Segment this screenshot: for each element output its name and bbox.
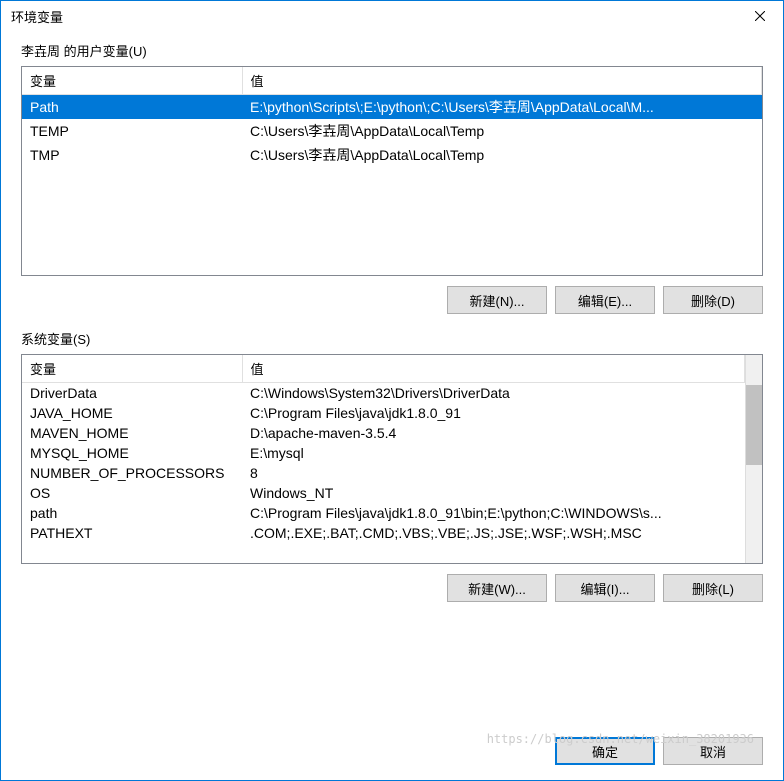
table-row[interactable]: MAVEN_HOMED:\apache-maven-3.5.4 [22, 423, 745, 443]
close-button[interactable] [737, 1, 783, 31]
user-vars-table[interactable]: 变量 值 PathE:\python\Scripts\;E:\python\;C… [22, 67, 762, 167]
table-row[interactable]: DriverDataC:\Windows\System32\Drivers\Dr… [22, 383, 745, 404]
system-vars-label: 系统变量(S) [21, 329, 763, 348]
cell-value: 8 [242, 463, 745, 483]
user-vars-buttons: 新建(N)... 编辑(E)... 删除(D) [21, 286, 763, 314]
close-icon [755, 11, 765, 21]
cell-value: C:\Users\李壵周\AppData\Local\Temp [242, 119, 762, 143]
table-row[interactable]: NUMBER_OF_PROCESSORS8 [22, 463, 745, 483]
cancel-button[interactable]: 取消 [663, 737, 763, 765]
dialog-content: 李壵周 的用户变量(U) 变量 值 PathE:\python\Scripts\… [1, 31, 783, 727]
table-row[interactable]: MYSQL_HOMEE:\mysql [22, 443, 745, 463]
col-header-name[interactable]: 变量 [22, 67, 242, 95]
system-vars-table-wrap: 变量 值 DriverDataC:\Windows\System32\Drive… [21, 354, 763, 564]
table-row[interactable]: PathE:\python\Scripts\;E:\python\;C:\Use… [22, 95, 762, 120]
user-delete-button[interactable]: 删除(D) [663, 286, 763, 314]
cell-name: NUMBER_OF_PROCESSORS [22, 463, 242, 483]
col-header-value[interactable]: 值 [242, 67, 762, 95]
col-header-value[interactable]: 值 [242, 355, 745, 383]
cell-value: C:\Program Files\java\jdk1.8.0_91 [242, 403, 745, 423]
cell-name: PATHEXT [22, 523, 242, 543]
table-row[interactable]: pathC:\Program Files\java\jdk1.8.0_91\bi… [22, 503, 745, 523]
scrollbar-track[interactable] [746, 355, 762, 563]
cell-name: DriverData [22, 383, 242, 404]
cell-value: E:\mysql [242, 443, 745, 463]
table-row[interactable]: PATHEXT.COM;.EXE;.BAT;.CMD;.VBS;.VBE;.JS… [22, 523, 745, 543]
table-row[interactable]: TEMPC:\Users\李壵周\AppData\Local\Temp [22, 119, 762, 143]
col-header-name[interactable]: 变量 [22, 355, 242, 383]
cell-name: path [22, 503, 242, 523]
cell-value: Windows_NT [242, 483, 745, 503]
system-vars-scrollbar[interactable] [745, 355, 762, 563]
system-vars-table[interactable]: 变量 值 DriverDataC:\Windows\System32\Drive… [22, 355, 745, 543]
system-vars-buttons: 新建(W)... 编辑(I)... 删除(L) [21, 574, 763, 602]
user-vars-group: 李壵周 的用户变量(U) 变量 值 PathE:\python\Scripts\… [21, 41, 763, 314]
env-vars-dialog: 环境变量 李壵周 的用户变量(U) 变量 值 PathE:\python\Scr… [0, 0, 784, 781]
ok-button[interactable]: 确定 [555, 737, 655, 765]
cell-name: JAVA_HOME [22, 403, 242, 423]
system-vars-group: 系统变量(S) 变量 值 DriverDataC:\Windows\System… [21, 329, 763, 602]
user-vars-label: 李壵周 的用户变量(U) [21, 41, 763, 60]
window-title: 环境变量 [11, 7, 63, 26]
dialog-button-row: 确定 取消 [1, 727, 783, 780]
cell-value: D:\apache-maven-3.5.4 [242, 423, 745, 443]
system-new-button[interactable]: 新建(W)... [447, 574, 547, 602]
cell-name: MAVEN_HOME [22, 423, 242, 443]
cell-name: TMP [22, 143, 242, 167]
cell-value: C:\Program Files\java\jdk1.8.0_91\bin;E:… [242, 503, 745, 523]
cell-value: C:\Users\李壵周\AppData\Local\Temp [242, 143, 762, 167]
cell-value: .COM;.EXE;.BAT;.CMD;.VBS;.VBE;.JS;.JSE;.… [242, 523, 745, 543]
user-vars-table-wrap: 变量 值 PathE:\python\Scripts\;E:\python\;C… [21, 66, 763, 276]
table-row[interactable]: OSWindows_NT [22, 483, 745, 503]
system-delete-button[interactable]: 删除(L) [663, 574, 763, 602]
table-row[interactable]: JAVA_HOMEC:\Program Files\java\jdk1.8.0_… [22, 403, 745, 423]
titlebar: 环境变量 [1, 1, 783, 31]
user-new-button[interactable]: 新建(N)... [447, 286, 547, 314]
cell-name: MYSQL_HOME [22, 443, 242, 463]
table-row[interactable]: TMPC:\Users\李壵周\AppData\Local\Temp [22, 143, 762, 167]
cell-name: TEMP [22, 119, 242, 143]
cell-value: E:\python\Scripts\;E:\python\;C:\Users\李… [242, 95, 762, 120]
cell-name: OS [22, 483, 242, 503]
scrollbar-thumb[interactable] [746, 385, 762, 465]
table-header-row: 变量 值 [22, 355, 745, 383]
user-edit-button[interactable]: 编辑(E)... [555, 286, 655, 314]
cell-value: C:\Windows\System32\Drivers\DriverData [242, 383, 745, 404]
system-edit-button[interactable]: 编辑(I)... [555, 574, 655, 602]
table-header-row: 变量 值 [22, 67, 762, 95]
cell-name: Path [22, 95, 242, 120]
